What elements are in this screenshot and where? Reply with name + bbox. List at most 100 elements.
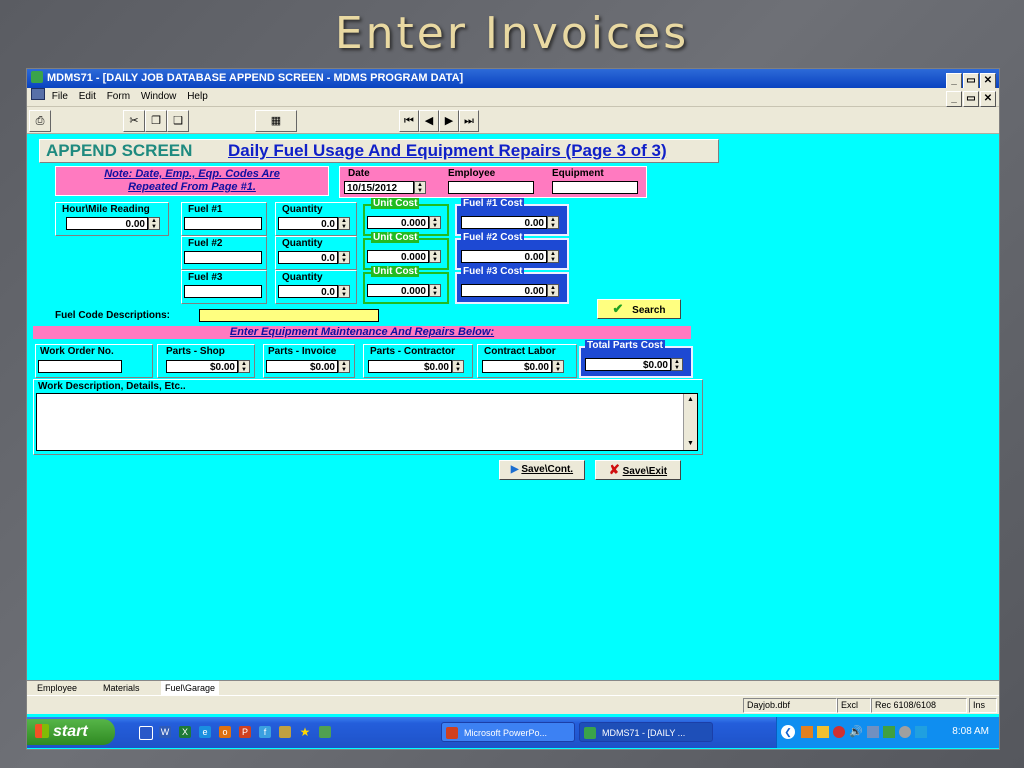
data-table-icon[interactable]: ▦ bbox=[255, 110, 297, 132]
cut-icon[interactable]: ✂ bbox=[123, 110, 145, 132]
fuel-1-field[interactable] bbox=[184, 217, 262, 230]
excel-icon[interactable]: X bbox=[179, 726, 191, 738]
quantity-1-field[interactable]: 0.0 bbox=[278, 217, 338, 230]
restore-button[interactable]: ▭ bbox=[963, 73, 979, 89]
parts-shop-group: Parts - Shop $0.00 ▲ ▼ bbox=[157, 344, 255, 378]
date-spinner[interactable]: ▲ ▼ bbox=[414, 181, 426, 194]
menu-form[interactable]: Form bbox=[107, 88, 130, 106]
tab-fuel-garage[interactable]: Fuel\Garage bbox=[161, 681, 220, 695]
fuel-2-cost-label: Fuel #2 Cost bbox=[461, 232, 525, 243]
textarea-scrollbar[interactable]: ▲ ▼ bbox=[683, 394, 697, 450]
fuel-2-cost-field[interactable]: 0.00 bbox=[461, 250, 547, 263]
fuel-3-field[interactable] bbox=[184, 285, 262, 298]
tray-icon-4[interactable] bbox=[883, 726, 895, 738]
firefox-icon[interactable]: f bbox=[259, 726, 271, 738]
word-icon[interactable]: W bbox=[159, 726, 171, 738]
outlook-icon[interactable]: o bbox=[219, 726, 231, 738]
search-button[interactable]: ✔ Search bbox=[597, 299, 681, 319]
tab-materials[interactable]: Materials bbox=[99, 681, 144, 696]
print-icon[interactable]: ⎙ bbox=[29, 110, 51, 132]
next-record-button[interactable]: ▶ bbox=[439, 110, 459, 132]
tray-icon-5[interactable] bbox=[899, 726, 911, 738]
parts-contractor-label: Parts - Contractor bbox=[370, 346, 456, 357]
quantity-1-spinner[interactable]: ▲ ▼ bbox=[338, 217, 350, 230]
close-button[interactable]: ✕ bbox=[980, 73, 996, 89]
fuel-1-cost-field[interactable]: 0.00 bbox=[461, 216, 547, 229]
quantity-1-label: Quantity bbox=[282, 204, 323, 215]
tray-icon-6[interactable] bbox=[915, 726, 927, 738]
tray-arrow-icon[interactable]: ❮ bbox=[781, 725, 795, 739]
copy-icon[interactable]: ❐ bbox=[145, 110, 167, 132]
start-button[interactable]: start bbox=[27, 719, 115, 745]
save-exit-button[interactable]: ✘ Save\Exit bbox=[595, 460, 681, 480]
powerpoint-icon[interactable]: P bbox=[239, 726, 251, 738]
contract-labor-field[interactable]: $0.00 bbox=[482, 360, 552, 373]
menu-file[interactable]: File bbox=[52, 88, 68, 106]
quantity-2-spinner[interactable]: ▲ ▼ bbox=[338, 251, 350, 264]
window-titlebar[interactable]: MDMS71 - [DAILY JOB DATABASE APPEND SCRE… bbox=[27, 69, 999, 89]
paste-icon[interactable]: ❑ bbox=[167, 110, 189, 132]
fuel-1-cost-spinner[interactable]: ▲ ▼ bbox=[547, 216, 559, 229]
scroll-down-icon[interactable]: ▼ bbox=[684, 438, 697, 450]
contract-labor-spinner[interactable]: ▲ ▼ bbox=[552, 360, 564, 373]
unit-cost-3-spinner[interactable]: ▲ ▼ bbox=[429, 284, 441, 297]
unit-cost-2-field[interactable]: 0.000 bbox=[367, 250, 429, 263]
app-quicklaunch-icon[interactable] bbox=[319, 726, 331, 738]
parts-invoice-spinner[interactable]: ▲ ▼ bbox=[338, 360, 350, 373]
unit-cost-2-spinner[interactable]: ▲ ▼ bbox=[429, 250, 441, 263]
task-powerpoint[interactable]: Microsoft PowerPo... bbox=[441, 722, 575, 742]
minimize-button[interactable]: _ bbox=[946, 73, 962, 89]
tray-icon-2[interactable] bbox=[817, 726, 829, 738]
total-parts-field[interactable]: $0.00 bbox=[585, 358, 671, 371]
task-mdms[interactable]: MDMS71 - [DAILY ... bbox=[579, 722, 713, 742]
tray-icon-1[interactable] bbox=[801, 726, 813, 738]
menu-help[interactable]: Help bbox=[187, 88, 208, 106]
save-continue-button[interactable]: ▶ Save\Cont. bbox=[499, 460, 585, 480]
menu-window[interactable]: Window bbox=[141, 88, 177, 106]
clock[interactable]: 8:08 AM bbox=[952, 726, 989, 737]
menu-edit[interactable]: Edit bbox=[79, 88, 96, 106]
folder-icon[interactable] bbox=[279, 726, 291, 738]
network-icon[interactable] bbox=[867, 726, 879, 738]
total-parts-spinner[interactable]: ▲ ▼ bbox=[671, 358, 683, 371]
quantity-3-field[interactable]: 0.0 bbox=[278, 285, 338, 298]
work-description-textarea[interactable]: ▲ ▼ bbox=[36, 393, 698, 451]
tray-icon-3[interactable] bbox=[833, 726, 845, 738]
child-restore-button[interactable]: ▭ bbox=[963, 91, 979, 107]
last-record-button[interactable]: ⏭ bbox=[459, 110, 479, 132]
document-icon[interactable] bbox=[31, 88, 45, 100]
volume-icon[interactable]: 🔊 bbox=[849, 725, 863, 738]
scroll-up-icon[interactable]: ▲ bbox=[684, 394, 697, 406]
work-order-field[interactable] bbox=[38, 360, 122, 373]
quantity-2-field[interactable]: 0.0 bbox=[278, 251, 338, 264]
employee-field[interactable] bbox=[448, 181, 534, 194]
quantity-3-spinner[interactable]: ▲ ▼ bbox=[338, 285, 350, 298]
fuel-2-cost-spinner[interactable]: ▲ ▼ bbox=[547, 250, 559, 263]
hour-mile-field[interactable]: 0.00 bbox=[66, 217, 148, 230]
parts-contractor-field[interactable]: $0.00 bbox=[368, 360, 452, 373]
parts-invoice-field[interactable]: $0.00 bbox=[266, 360, 338, 373]
parts-shop-field[interactable]: $0.00 bbox=[166, 360, 238, 373]
parts-shop-spinner[interactable]: ▲ ▼ bbox=[238, 360, 250, 373]
quantity-2-group: Quantity 0.0 ▲ ▼ bbox=[275, 236, 357, 270]
child-minimize-button[interactable]: _ bbox=[946, 91, 962, 107]
date-field[interactable]: 10/15/2012 bbox=[344, 181, 414, 194]
show-desktop-icon[interactable] bbox=[139, 726, 153, 740]
first-record-button[interactable]: ⏮ bbox=[399, 110, 419, 132]
unit-cost-1-field[interactable]: 0.000 bbox=[367, 216, 429, 229]
ie-icon[interactable]: e bbox=[199, 726, 211, 738]
star-icon[interactable]: ★ bbox=[299, 726, 311, 738]
fuel-code-field[interactable] bbox=[199, 309, 379, 322]
fuel-3-cost-field[interactable]: 0.00 bbox=[461, 284, 547, 297]
equipment-field[interactable] bbox=[552, 181, 638, 194]
unit-cost-1-spinner[interactable]: ▲ ▼ bbox=[429, 216, 441, 229]
prev-record-button[interactable]: ◀ bbox=[419, 110, 439, 132]
parts-contractor-spinner[interactable]: ▲ ▼ bbox=[452, 360, 464, 373]
child-close-button[interactable]: ✕ bbox=[980, 91, 996, 107]
fuel-3-cost-spinner[interactable]: ▲ ▼ bbox=[547, 284, 559, 297]
tab-employee[interactable]: Employee bbox=[33, 681, 82, 696]
maintenance-banner-text: Enter Equipment Maintenance And Repairs … bbox=[229, 326, 495, 338]
hour-mile-spinner[interactable]: ▲ ▼ bbox=[148, 217, 160, 230]
fuel-2-field[interactable] bbox=[184, 251, 262, 264]
unit-cost-3-field[interactable]: 0.000 bbox=[367, 284, 429, 297]
